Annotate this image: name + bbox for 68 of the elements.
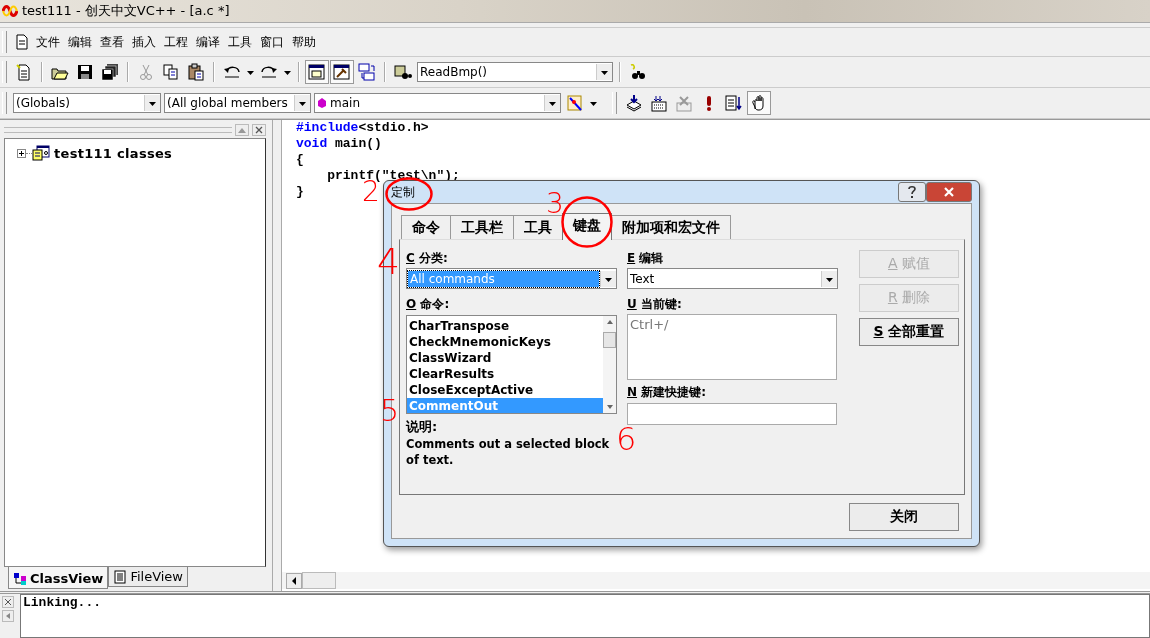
menu-item[interactable]: 帮助 bbox=[290, 33, 318, 51]
list-item[interactable]: CharTranspose bbox=[407, 318, 603, 334]
list-item[interactable]: ClearResults bbox=[407, 366, 603, 382]
output-line: Linking... bbox=[23, 595, 101, 611]
action-button[interactable]: S 全部重置 bbox=[859, 318, 959, 346]
help-icon bbox=[906, 185, 918, 199]
scope-combo[interactable]: (Globals) bbox=[13, 93, 161, 113]
expand-icon[interactable] bbox=[17, 148, 26, 158]
method-icon bbox=[317, 97, 327, 109]
field-label: E 编辑 bbox=[627, 250, 665, 267]
tab[interactable]: 命令 bbox=[401, 215, 451, 240]
classes-icon bbox=[32, 145, 50, 161]
menu-item[interactable]: 文件 bbox=[34, 33, 62, 51]
hand-icon[interactable] bbox=[748, 92, 770, 114]
tree-item[interactable]: test111 classes bbox=[50, 145, 173, 161]
code-line: #include<stdio.h> bbox=[296, 120, 429, 136]
editor-combo[interactable]: Text bbox=[627, 268, 838, 289]
list-item[interactable]: CheckMnemonicKeys bbox=[407, 334, 603, 350]
menu-item[interactable]: 查看 bbox=[98, 33, 126, 51]
scroll-thumb[interactable] bbox=[603, 332, 616, 348]
field-label: C 分类: bbox=[406, 250, 449, 267]
find-combo[interactable]: ReadBmp() bbox=[417, 62, 613, 82]
workspace-tab[interactable]: FileView bbox=[108, 567, 188, 587]
help-button[interactable] bbox=[898, 182, 926, 202]
shortcut-field[interactable] bbox=[627, 403, 837, 425]
list-item[interactable]: CloseExceptActive bbox=[407, 382, 603, 398]
scroll-left-icon[interactable] bbox=[286, 572, 302, 589]
current-keys-list[interactable]: Ctrl+/ bbox=[627, 314, 837, 380]
paste-icon[interactable] bbox=[185, 61, 207, 83]
close-icon[interactable] bbox=[2, 596, 14, 608]
tab[interactable]: 附加项和宏文件 bbox=[611, 215, 731, 240]
output-window-icon[interactable] bbox=[331, 61, 353, 83]
class-view-icon bbox=[13, 571, 27, 586]
description-text: Comments out a selected block of text. bbox=[406, 436, 611, 468]
code-line: } bbox=[296, 184, 304, 200]
code-line: void main() bbox=[296, 136, 382, 152]
app-icon bbox=[2, 3, 18, 19]
menu-item[interactable]: 工程 bbox=[162, 33, 190, 51]
save-all-icon[interactable] bbox=[99, 61, 121, 83]
close-icon[interactable] bbox=[252, 124, 266, 136]
close-icon bbox=[943, 186, 955, 198]
menu-item[interactable]: 窗口 bbox=[258, 33, 286, 51]
code-line: { bbox=[296, 152, 304, 168]
close-button[interactable]: 关闭 bbox=[849, 502, 959, 531]
menu-item[interactable]: 工具 bbox=[226, 33, 254, 51]
field-label: O 命令: bbox=[406, 296, 451, 313]
scroll-thumb[interactable] bbox=[302, 572, 336, 589]
menu-item[interactable]: 插入 bbox=[130, 33, 158, 51]
close-button[interactable] bbox=[926, 182, 972, 202]
document-icon[interactable] bbox=[14, 34, 30, 50]
window-title: test111 - 创天中文VC++ - [a.c *] bbox=[22, 2, 230, 20]
field-label: 说明: bbox=[406, 418, 438, 436]
menu-item[interactable]: 编辑 bbox=[66, 33, 94, 51]
dialog-title: 定制 bbox=[391, 183, 416, 201]
file-view-icon bbox=[113, 569, 128, 584]
list-item[interactable]: Ctrl+/ bbox=[630, 317, 669, 332]
list-item[interactable]: ClassWizard bbox=[407, 350, 603, 366]
members-combo[interactable]: main bbox=[314, 93, 561, 113]
workspace-tab[interactable]: ClassView bbox=[8, 567, 109, 589]
commands-list[interactable]: CharTranspose CheckMnemonicKeys ClassWizard ClearResults CloseExceptActive CommentOut bbox=[406, 315, 617, 414]
field-label: N 新建快捷键: bbox=[627, 384, 708, 401]
windows-list-icon[interactable] bbox=[356, 61, 378, 83]
menu-item[interactable]: 编译 bbox=[194, 33, 222, 51]
annotation-number: 3 bbox=[546, 190, 564, 218]
workspace-window-icon[interactable] bbox=[306, 61, 328, 83]
annotation-number: 6 bbox=[616, 423, 637, 455]
filter-combo[interactable]: (All global members bbox=[164, 93, 311, 113]
field-label: U 当前键: bbox=[627, 296, 683, 313]
